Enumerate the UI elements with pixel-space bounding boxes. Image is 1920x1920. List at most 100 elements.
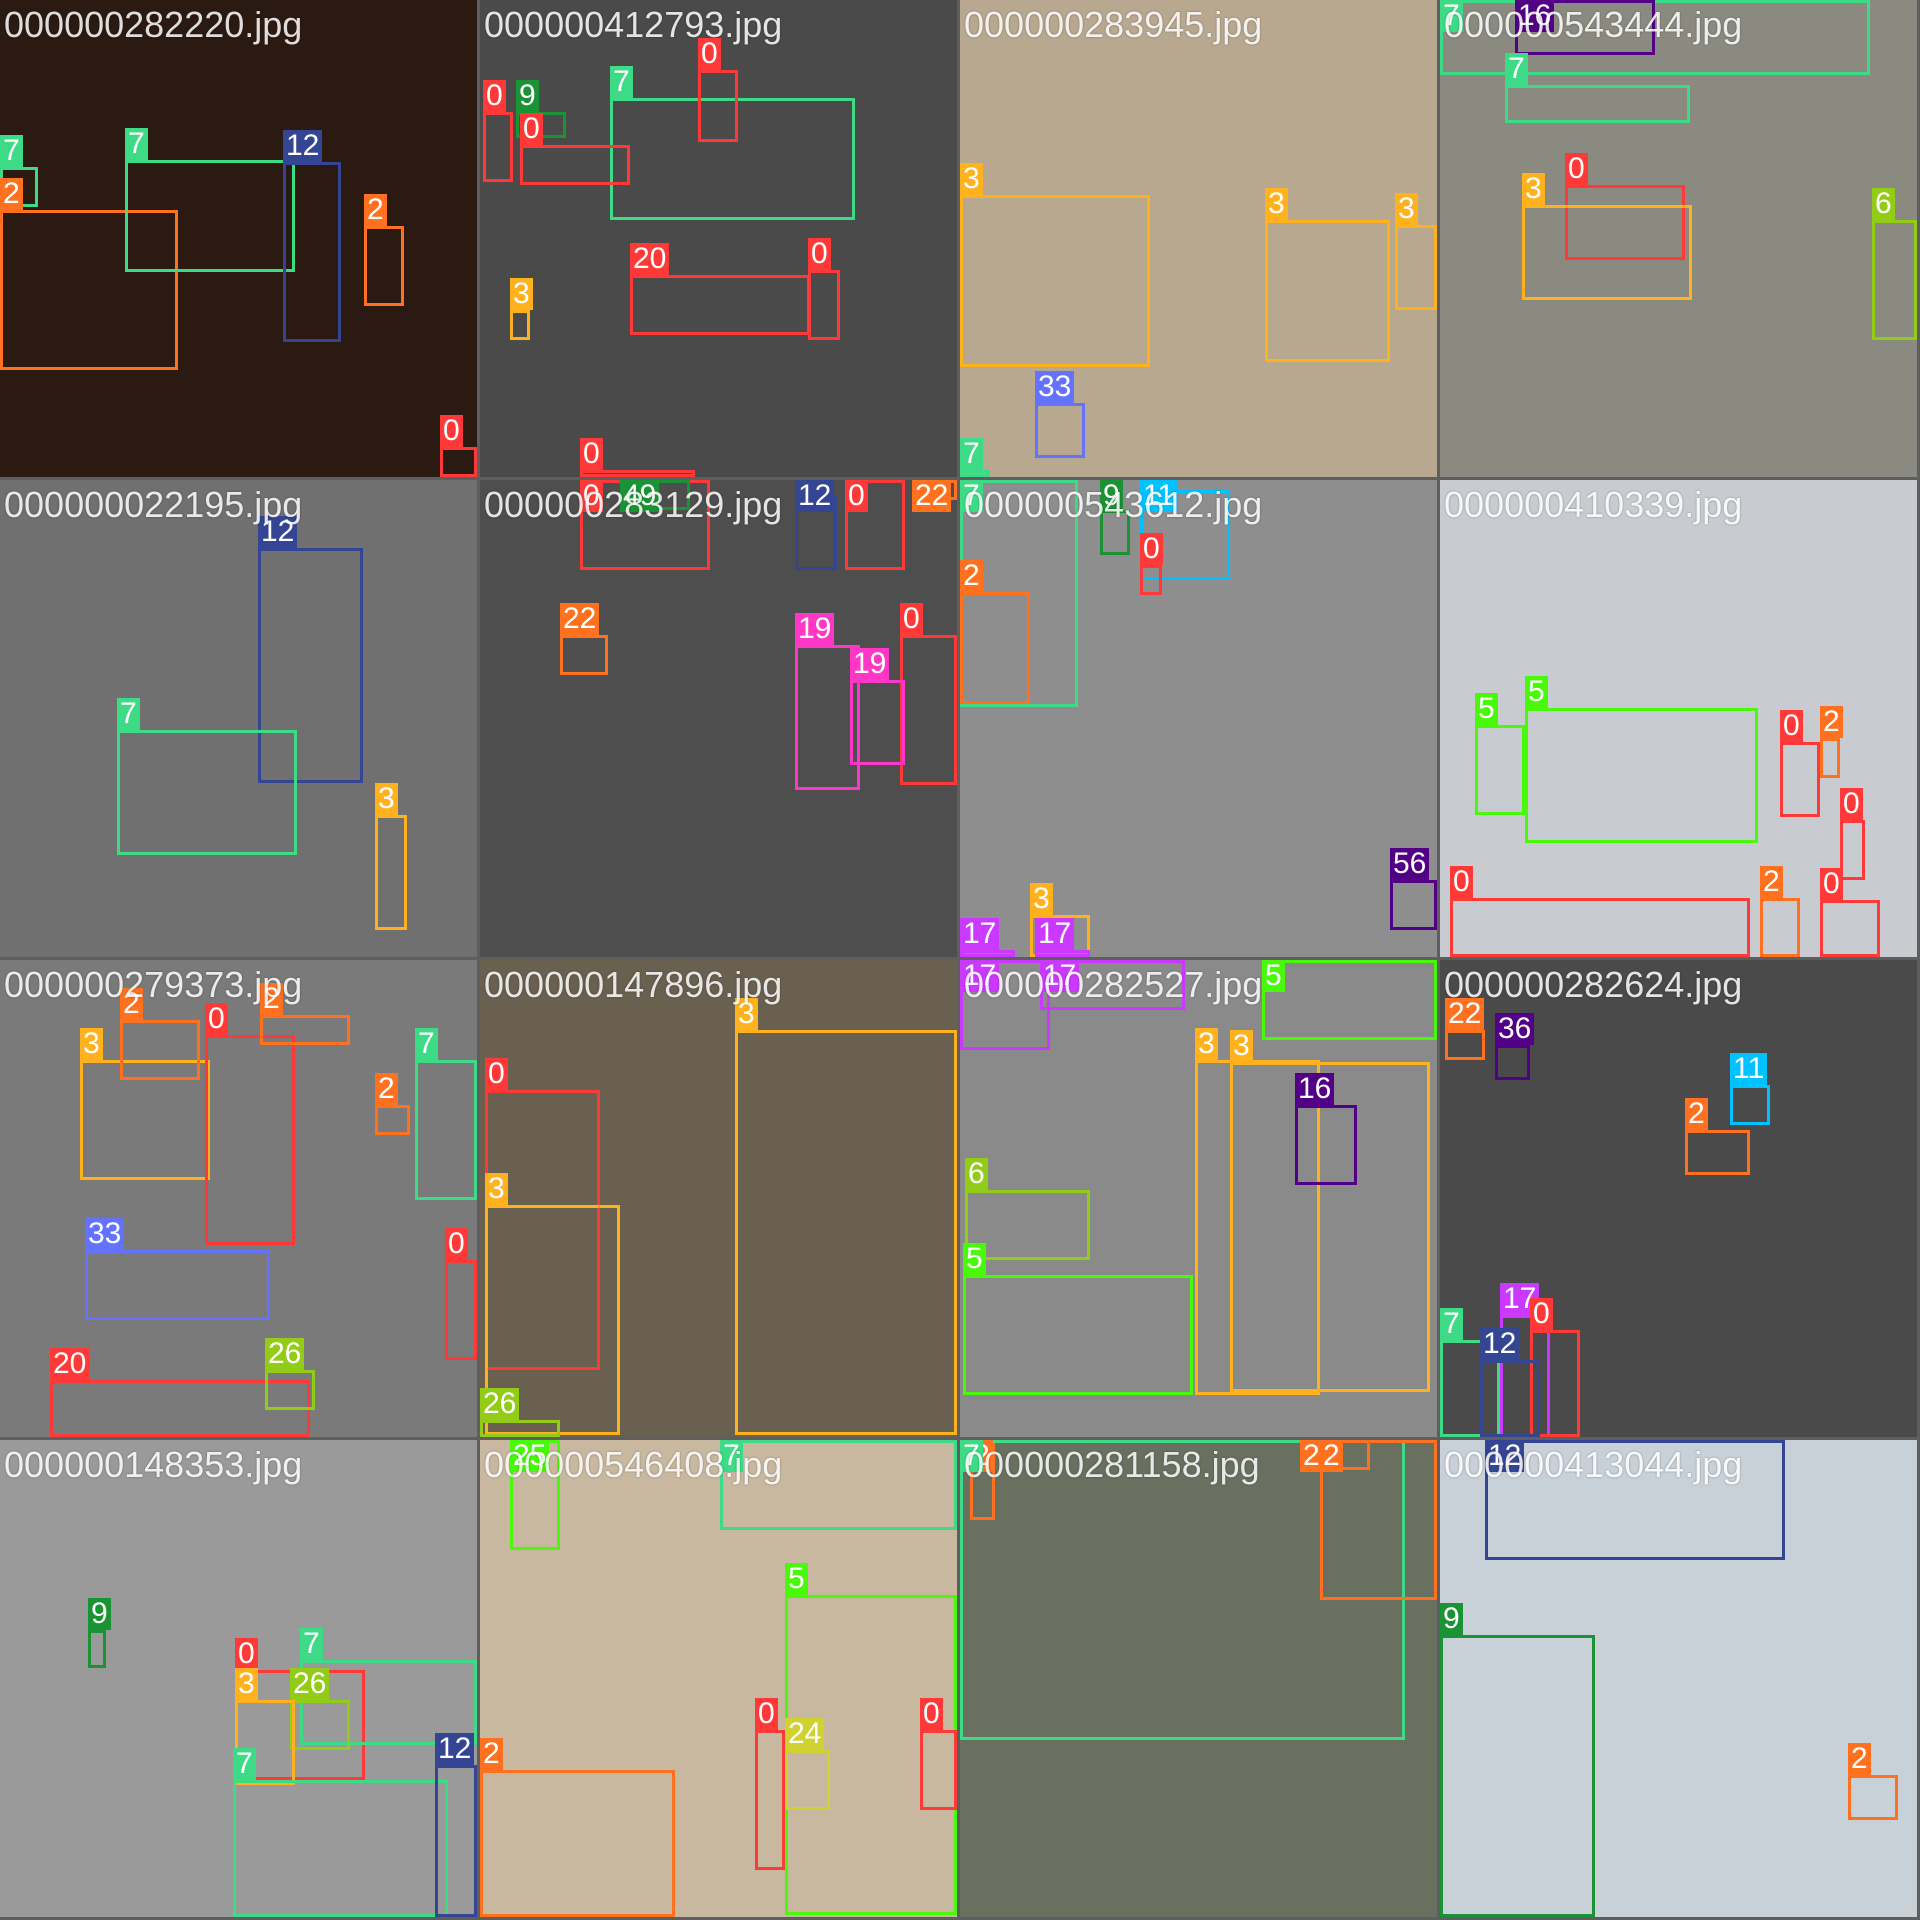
image-tile: 000000282220.jpg 2 7 7 12 2 0	[0, 0, 477, 477]
bounding-box	[960, 950, 1015, 957]
class-label: 26	[290, 1668, 330, 1700]
bounding-box	[283, 162, 341, 342]
class-label: 5	[1475, 693, 1498, 725]
class-label: 7	[960, 438, 983, 470]
bounding-box	[435, 1765, 477, 1917]
tile-filename: 000000283945.jpg	[964, 4, 1263, 45]
tile-filename: 000000543612.jpg	[964, 484, 1263, 525]
class-label: 24	[785, 1718, 825, 1750]
bounding-box	[1395, 225, 1437, 310]
bounding-box	[1522, 205, 1692, 300]
bounding-box	[580, 470, 695, 477]
image-tile: 000000543444.jpg 7 16 7 0 3 6	[1440, 0, 1917, 477]
class-label: 7	[1505, 53, 1528, 85]
class-label: 5	[785, 1563, 808, 1595]
class-label: 0	[1140, 533, 1163, 565]
class-label: 3	[235, 1668, 258, 1700]
class-label: 9	[516, 80, 539, 112]
bounding-box	[963, 1275, 1193, 1395]
bounding-box	[290, 1700, 350, 1750]
class-label: 2	[1848, 1743, 1871, 1775]
class-label: 12	[795, 480, 835, 512]
bounding-box	[560, 635, 608, 675]
bounding-box	[1495, 1045, 1530, 1080]
class-label: 7	[300, 1628, 323, 1660]
tile-filename: 000000412793.jpg	[484, 4, 783, 45]
bounding-box	[850, 680, 905, 765]
bounding-box	[1480, 1360, 1540, 1437]
image-tile: 000000147896.jpg 0 3 3 26	[480, 960, 957, 1437]
bounding-box	[85, 1250, 270, 1320]
class-label: 2	[480, 1738, 503, 1770]
bounding-box	[900, 635, 957, 785]
bounding-box	[1265, 220, 1390, 362]
class-label: 0	[1450, 866, 1473, 898]
bounding-box	[735, 1030, 957, 1435]
class-label: 2	[1320, 1440, 1343, 1472]
bounding-box	[960, 195, 1150, 367]
class-label: 5	[1525, 676, 1548, 708]
bounding-box	[630, 275, 810, 335]
class-label: 7	[1440, 1308, 1463, 1340]
bounding-box	[755, 1730, 785, 1870]
class-label: 2	[1685, 1098, 1708, 1130]
class-label: 22	[560, 603, 600, 635]
mosaic-grid: 000000282220.jpg 2 7 7 12 2 0 000000412793.jpg 7…	[0, 0, 1920, 1920]
bounding-box	[125, 160, 295, 272]
image-tile: 000000283129.jpg 0 49 12 0 22 22 19 0 19	[480, 480, 957, 957]
class-label: 12	[435, 1733, 475, 1765]
bounding-box	[920, 1730, 957, 1810]
bounding-box	[205, 1035, 295, 1245]
class-label: 20	[50, 1348, 90, 1380]
tile-filename: 000000282220.jpg	[4, 4, 303, 45]
class-label: 0	[1530, 1298, 1553, 1330]
image-tile: 000000283945.jpg 3 3 3 33 7	[960, 0, 1437, 477]
bounding-box	[117, 730, 297, 855]
bounding-box	[415, 1060, 477, 1200]
class-label: 0	[845, 480, 868, 512]
bounding-box	[1390, 880, 1437, 930]
class-label: 7	[415, 1028, 438, 1060]
bounding-box	[960, 470, 990, 477]
bounding-box	[480, 1770, 675, 1917]
class-label: 6	[965, 1158, 988, 1190]
image-tile: 000000282527.jpg 17 17 5 3 3 16 6 5	[960, 960, 1437, 1437]
class-label: 2	[1300, 1440, 1323, 1472]
class-label: 7	[610, 66, 633, 98]
class-label: 33	[1035, 371, 1075, 403]
class-label: 12	[283, 130, 323, 162]
bounding-box	[698, 70, 738, 142]
class-label: 2	[1820, 706, 1843, 738]
tile-filename: 000000410339.jpg	[1444, 484, 1743, 525]
class-label: 19	[795, 613, 835, 645]
tile-filename: 000000413044.jpg	[1444, 1444, 1743, 1485]
image-tile: 000000413044.jpg 12 9 2	[1440, 1440, 1917, 1917]
class-label: 0	[205, 1003, 228, 1035]
bounding-box	[1035, 403, 1085, 458]
tile-filename: 000000282624.jpg	[1444, 964, 1743, 1005]
bounding-box	[510, 310, 530, 340]
bounding-box	[808, 270, 840, 340]
class-label: 0	[440, 415, 463, 447]
class-label: 2	[364, 194, 387, 226]
class-label: 5	[963, 1243, 986, 1275]
bounding-box	[1440, 1635, 1595, 1917]
tile-filename: 000000283129.jpg	[484, 484, 783, 525]
bounding-box	[960, 592, 1030, 704]
class-label: 56	[1390, 848, 1430, 880]
bounding-box	[1872, 220, 1917, 340]
bounding-box	[1730, 1085, 1770, 1125]
tile-filename: 000000279373.jpg	[4, 964, 303, 1005]
class-label: 7	[0, 135, 23, 167]
class-label: 2	[1760, 866, 1783, 898]
bounding-box	[1840, 820, 1865, 880]
bounding-box	[1505, 85, 1690, 123]
bounding-box	[1140, 565, 1162, 595]
tile-filename: 000000543444.jpg	[1444, 4, 1743, 45]
bounding-box	[1780, 742, 1820, 817]
bounding-box	[483, 112, 513, 182]
class-label: 19	[850, 648, 890, 680]
image-tile: 000000543612.jpg 7 2 11 9 0 3 56 17 17	[960, 480, 1437, 957]
class-label: 3	[1230, 1030, 1253, 1062]
tile-filename: 000000147896.jpg	[484, 964, 783, 1005]
